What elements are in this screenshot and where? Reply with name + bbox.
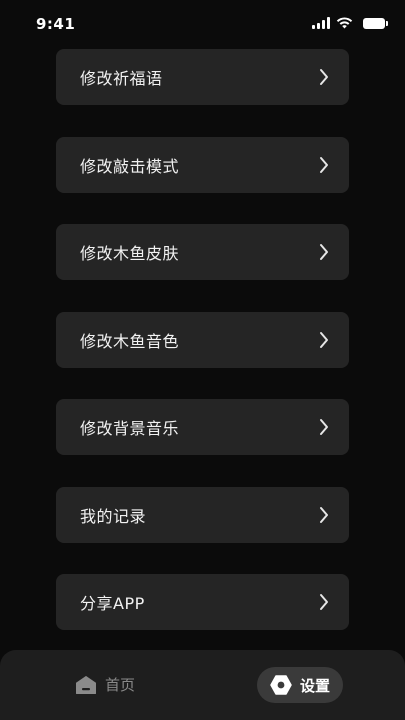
menu-item-label: 修改木鱼音色 bbox=[80, 331, 180, 351]
menu-item-label: 修改敲击模式 bbox=[80, 156, 180, 176]
status-time: 9:41 bbox=[36, 15, 76, 33]
tab-home[interactable]: 首页 bbox=[75, 674, 135, 695]
tab-settings[interactable]: 设置 bbox=[257, 667, 343, 703]
settings-hexagon-icon bbox=[270, 675, 292, 695]
menu-item-label: 我的记录 bbox=[80, 506, 147, 526]
menu-item-edit-skin[interactable]: 修改木鱼皮肤 bbox=[56, 224, 349, 280]
menu-item-label: 分享APP bbox=[80, 594, 145, 613]
menu-item-my-records[interactable]: 我的记录 bbox=[56, 486, 349, 543]
chevron-right-icon bbox=[320, 506, 328, 523]
menu-item-label: 修改背景音乐 bbox=[80, 419, 180, 438]
bottom-tab-bar: 首页 设置 bbox=[0, 650, 405, 720]
menu-item-edit-blessing[interactable]: 修改祈福语 bbox=[56, 49, 349, 105]
menu-item-share-app[interactable]: 分享APP bbox=[56, 574, 349, 630]
battery-icon bbox=[363, 17, 388, 29]
chevron-right-icon bbox=[320, 594, 328, 610]
chevron-right-icon bbox=[320, 156, 328, 173]
menu-item-edit-sound[interactable]: 修改木鱼音色 bbox=[56, 311, 349, 368]
tab-home-label: 首页 bbox=[105, 676, 136, 694]
wifi-icon bbox=[336, 17, 353, 29]
home-icon bbox=[76, 675, 96, 694]
chevron-right-icon bbox=[320, 69, 328, 85]
settings-menu-list: 修改祈福语 修改敲击模式 修改木鱼皮肤 修改木鱼音色 修改背景音乐 我的记录 分… bbox=[56, 49, 349, 662]
cellular-signal-icon bbox=[312, 17, 330, 29]
menu-item-edit-tap-mode[interactable]: 修改敲击模式 bbox=[56, 136, 349, 193]
menu-item-edit-bg-music[interactable]: 修改背景音乐 bbox=[56, 399, 349, 455]
chevron-right-icon bbox=[320, 331, 328, 348]
menu-item-label: 修改木鱼皮肤 bbox=[80, 244, 180, 263]
tab-settings-label: 设置 bbox=[299, 676, 330, 695]
status-icons bbox=[312, 17, 388, 29]
status-bar: 9:41 bbox=[0, 0, 405, 48]
chevron-right-icon bbox=[320, 419, 328, 435]
chevron-right-icon bbox=[320, 244, 328, 260]
menu-item-label: 修改祈福语 bbox=[80, 69, 163, 88]
